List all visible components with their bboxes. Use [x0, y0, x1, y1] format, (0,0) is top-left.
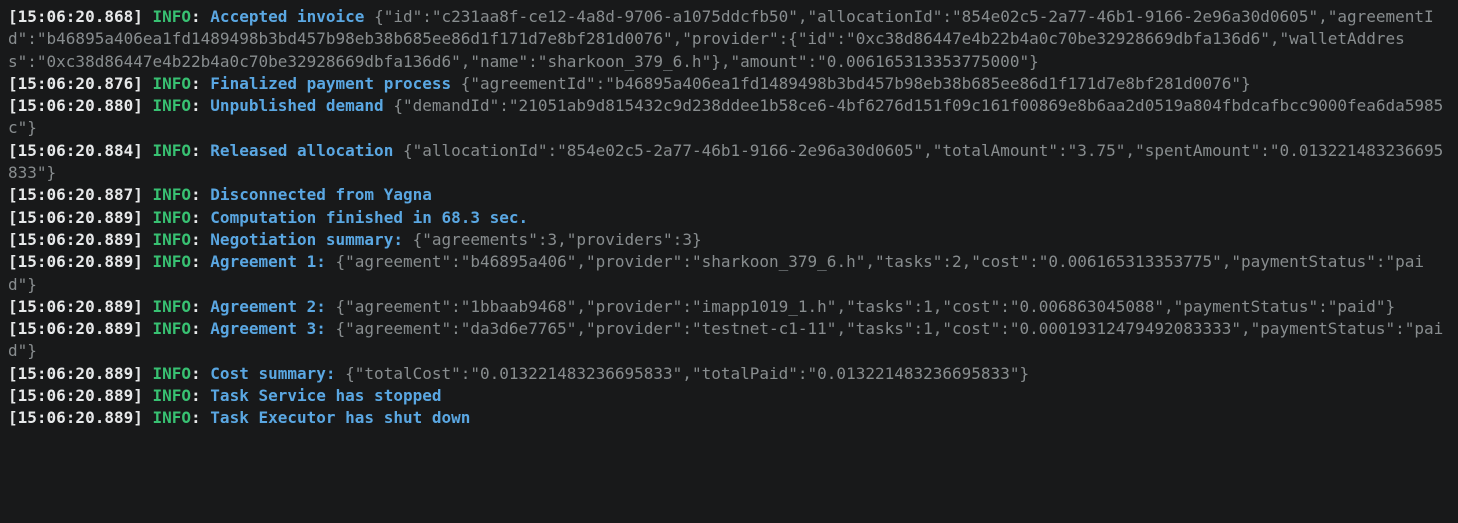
log-message: Computation finished in 68.3 sec. — [210, 208, 528, 227]
log-line: [15:06:20.884] INFO: Released allocation… — [8, 141, 1443, 182]
log-timestamp: [15:06:20.876] — [8, 74, 153, 93]
log-separator: : — [191, 141, 210, 160]
log-payload: {"agreements":3,"providers":3} — [413, 230, 702, 249]
log-level: INFO — [153, 185, 192, 204]
log-level: INFO — [153, 252, 192, 271]
log-timestamp: [15:06:20.889] — [8, 230, 153, 249]
log-line: [15:06:20.876] INFO: Finalized payment p… — [8, 74, 1251, 93]
log-timestamp: [15:06:20.887] — [8, 185, 153, 204]
log-timestamp: [15:06:20.889] — [8, 208, 153, 227]
log-timestamp: [15:06:20.889] — [8, 252, 153, 271]
log-timestamp: [15:06:20.880] — [8, 96, 153, 115]
log-level: INFO — [153, 141, 192, 160]
log-separator: : — [191, 319, 210, 338]
log-line: [15:06:20.887] INFO: Disconnected from Y… — [8, 185, 432, 204]
log-message: Agreement 3: — [210, 319, 335, 338]
log-timestamp: [15:06:20.889] — [8, 297, 153, 316]
log-level: INFO — [153, 74, 192, 93]
log-line: [15:06:20.889] INFO: Computation finishe… — [8, 208, 528, 227]
log-separator — [384, 96, 394, 115]
log-payload: {"totalCost":"0.013221483236695833","tot… — [345, 364, 1029, 383]
log-level: INFO — [153, 386, 192, 405]
log-line: [15:06:20.868] INFO: Accepted invoice {"… — [8, 7, 1434, 71]
log-separator — [451, 74, 461, 93]
log-message: Released allocation — [210, 141, 393, 160]
log-message: Cost summary: — [210, 364, 345, 383]
log-message: Finalized payment process — [210, 74, 451, 93]
terminal-output: [15:06:20.868] INFO: Accepted invoice {"… — [0, 0, 1458, 523]
log-timestamp: [15:06:20.868] — [8, 7, 153, 26]
log-payload: {"agreement":"1bbaab9468","provider":"im… — [336, 297, 1396, 316]
log-message: Disconnected from Yagna — [210, 185, 432, 204]
log-separator: : — [191, 74, 210, 93]
log-separator: : — [191, 297, 210, 316]
log-line: [15:06:20.889] INFO: Task Executor has s… — [8, 408, 470, 427]
log-level: INFO — [153, 96, 192, 115]
log-line: [15:06:20.889] INFO: Agreement 3: {"agre… — [8, 319, 1443, 360]
log-message: Task Service has stopped — [210, 386, 441, 405]
log-level: INFO — [153, 297, 192, 316]
log-separator: : — [191, 230, 210, 249]
log-message: Accepted invoice — [210, 7, 364, 26]
log-timestamp: [15:06:20.889] — [8, 408, 153, 427]
log-separator: : — [191, 408, 210, 427]
log-separator: : — [191, 252, 210, 271]
log-level: INFO — [153, 230, 192, 249]
log-line: [15:06:20.889] INFO: Agreement 2: {"agre… — [8, 297, 1395, 316]
log-level: INFO — [153, 7, 192, 26]
log-timestamp: [15:06:20.889] — [8, 319, 153, 338]
log-payload: {"agreementId":"b46895a406ea1fd1489498b3… — [461, 74, 1251, 93]
log-level: INFO — [153, 408, 192, 427]
log-timestamp: [15:06:20.884] — [8, 141, 153, 160]
log-line: [15:06:20.889] INFO: Task Service has st… — [8, 386, 441, 405]
log-message: Negotiation summary: — [210, 230, 403, 249]
log-separator: : — [191, 208, 210, 227]
log-separator: : — [191, 185, 210, 204]
log-level: INFO — [153, 319, 192, 338]
log-message: Agreement 2: — [210, 297, 335, 316]
log-line: [15:06:20.889] INFO: Cost summary: {"tot… — [8, 364, 1029, 383]
log-timestamp: [15:06:20.889] — [8, 386, 153, 405]
log-message: Agreement 1: — [210, 252, 335, 271]
log-separator — [364, 7, 374, 26]
log-line: [15:06:20.889] INFO: Agreement 1: {"agre… — [8, 252, 1424, 293]
log-message: Unpublished demand — [210, 96, 383, 115]
log-separator: : — [191, 364, 210, 383]
log-level: INFO — [153, 364, 192, 383]
log-line: [15:06:20.880] INFO: Unpublished demand … — [8, 96, 1443, 137]
log-separator — [393, 141, 403, 160]
log-separator — [403, 230, 413, 249]
log-timestamp: [15:06:20.889] — [8, 364, 153, 383]
log-level: INFO — [153, 208, 192, 227]
log-separator: : — [191, 96, 210, 115]
log-separator: : — [191, 7, 210, 26]
log-separator: : — [191, 386, 210, 405]
log-message: Task Executor has shut down — [210, 408, 470, 427]
log-line: [15:06:20.889] INFO: Negotiation summary… — [8, 230, 702, 249]
